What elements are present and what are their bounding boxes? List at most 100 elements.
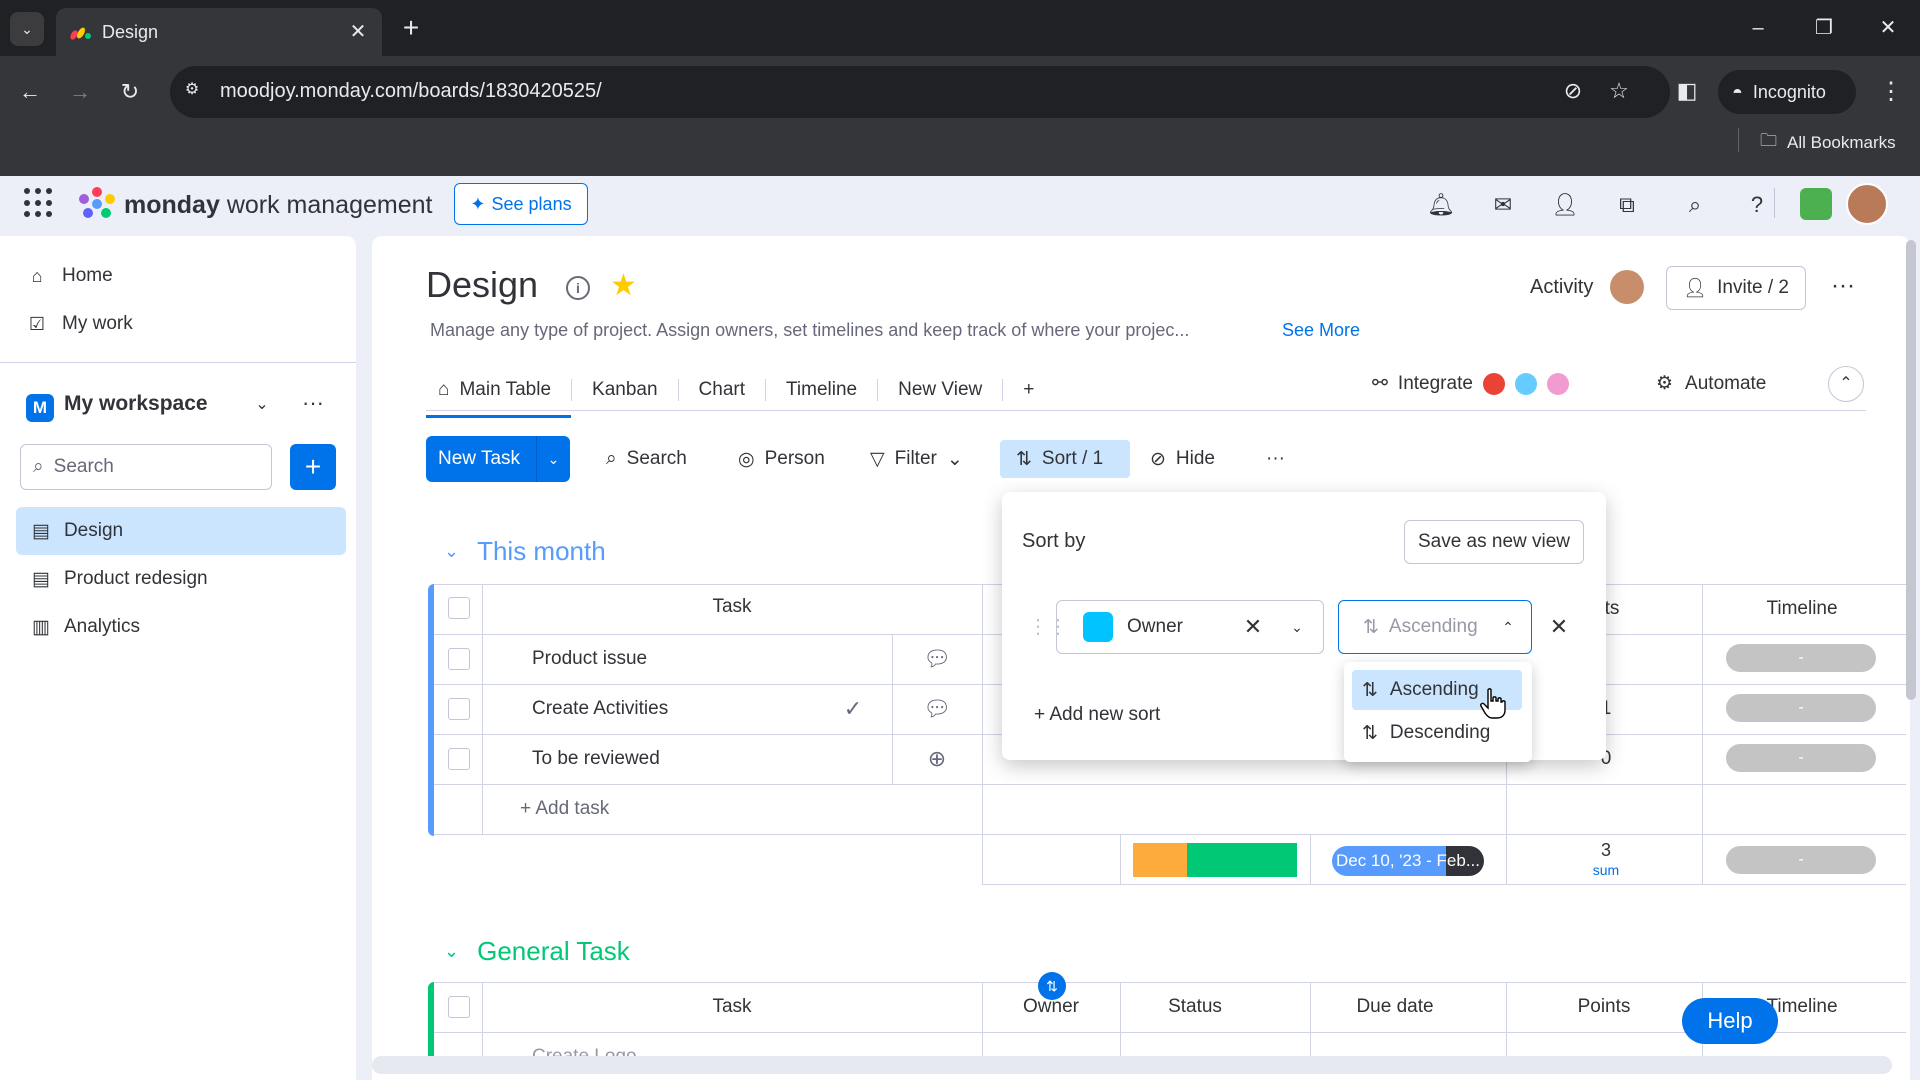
all-bookmarks[interactable]: 🗀 All Bookmarks (1760, 128, 1896, 157)
add-update-icon[interactable]: ⊕ (922, 744, 952, 774)
integrate-button[interactable]: ⚯ Integrate (1372, 372, 1569, 395)
see-plans-button[interactable]: ✦ See plans (454, 183, 588, 225)
more-actions-icon[interactable]: ··· (1258, 440, 1293, 478)
group-header-this-month[interactable]: ⌄ This month (444, 536, 606, 567)
board-info-icon[interactable]: i (566, 276, 590, 300)
checkmark-circle-icon[interactable]: ✓ (838, 694, 868, 724)
user-avatar[interactable] (1846, 183, 1888, 225)
points-sum-label[interactable]: sum (1586, 862, 1626, 878)
workspace-chevron-down-icon[interactable]: ⌄ (250, 394, 274, 414)
group-header-general-task[interactable]: ⌄ General Task (444, 936, 630, 967)
add-task-input[interactable]: + Add task (520, 798, 609, 820)
status-column-header[interactable]: Status (1120, 996, 1270, 1018)
new-task-chevron-down-icon[interactable]: ⌄ (536, 436, 570, 482)
notifications-bell-icon[interactable]: 🔔︎ (1426, 190, 1456, 220)
sidebar-item-analytics[interactable]: ▥ Analytics (16, 603, 346, 651)
eye-off-icon[interactable]: ⊘ (1558, 76, 1588, 106)
sidebar-item-my-work[interactable]: ☑ My work (26, 310, 133, 338)
sidebar-search-input[interactable]: ⌕ Search (20, 444, 272, 490)
restore-icon[interactable]: ❐ (1804, 12, 1844, 44)
vertical-scrollbar[interactable] (1906, 240, 1916, 700)
browser-tab-design[interactable]: Design ✕ (56, 8, 382, 56)
timeline-pill[interactable]: - (1726, 644, 1876, 672)
drag-handle-icon[interactable]: ⋮⋮ (1028, 612, 1068, 642)
add-new-sort-button[interactable]: + Add new sort (1034, 704, 1160, 726)
help-button[interactable]: Help (1682, 998, 1778, 1044)
filter-button[interactable]: ▽ Filter ⌄ (862, 440, 971, 478)
column-add-icon[interactable]: ⇅ (1038, 972, 1066, 1000)
group-chevron-down-icon[interactable]: ⌄ (444, 941, 459, 962)
timeline-summary-pill[interactable]: - (1726, 846, 1876, 874)
person-filter-button[interactable]: ◎ Person (730, 440, 833, 478)
workspace-more-icon[interactable]: ··· (298, 390, 328, 416)
task-name[interactable]: To be reviewed (532, 748, 660, 770)
collapse-header-icon[interactable]: ⌃ (1828, 366, 1864, 402)
site-info-icon[interactable]: ⚙ (180, 78, 204, 102)
page-title[interactable]: Design (426, 264, 538, 306)
tab-main-table[interactable]: ⌂ Main Table (426, 370, 572, 418)
direction-chevron-up-icon[interactable]: ⌃ (1496, 612, 1520, 642)
see-more-link[interactable]: See More (1282, 320, 1360, 341)
search-icon[interactable]: ⌕ (1680, 190, 1710, 220)
board-more-icon[interactable]: ··· (1826, 272, 1860, 300)
task-column-header[interactable]: Task (482, 596, 982, 618)
save-as-new-view-button[interactable]: Save as new view (1404, 520, 1584, 564)
sidebar-item-home[interactable]: ⌂ Home (26, 262, 113, 290)
activity-avatar[interactable] (1610, 270, 1644, 304)
points-column-header[interactable]: Points (1506, 996, 1702, 1018)
hide-button[interactable]: ⊘ Hide (1142, 440, 1223, 478)
tab-new-view[interactable]: New View (878, 370, 1002, 410)
due-date-column-header[interactable]: Due date (1310, 996, 1480, 1018)
task-name[interactable]: Product issue (532, 648, 647, 670)
select-all-checkbox[interactable] (448, 996, 470, 1018)
conversation-icon[interactable]: 💬︎ (922, 694, 952, 724)
timeline-column-header[interactable]: Timeline (1702, 598, 1902, 620)
apps-marketplace-icon[interactable] (1800, 188, 1832, 220)
group-chevron-down-icon[interactable]: ⌄ (444, 541, 459, 562)
minimize-icon[interactable]: – (1738, 12, 1778, 44)
incognito-badge[interactable]: ◓ Incognito (1718, 70, 1856, 114)
url-text[interactable]: moodjoy.monday.com/boards/1830420525/ (220, 78, 602, 104)
forward-icon[interactable]: → (62, 74, 98, 110)
new-task-button[interactable]: New Task ⌄ (426, 436, 570, 482)
filter-chevron-down-icon[interactable]: ⌄ (947, 448, 963, 471)
back-icon[interactable]: ← (12, 74, 48, 110)
sidebar-item-design[interactable]: ▤ Design (16, 507, 346, 555)
task-name[interactable]: Create Activities (532, 698, 668, 720)
browser-menu-icon[interactable]: ⋮ (1876, 74, 1906, 110)
date-range-summary[interactable]: Dec 10, '23 - Feb... (1332, 846, 1484, 876)
tab-close-icon[interactable]: ✕ (346, 20, 370, 44)
task-column-header[interactable]: Task (482, 996, 982, 1018)
help-icon[interactable]: ? (1742, 190, 1772, 220)
inbox-icon[interactable]: ✉ (1488, 190, 1518, 220)
add-view-icon[interactable]: + (1003, 370, 1054, 410)
timeline-pill[interactable]: - (1726, 744, 1876, 772)
tab-chart[interactable]: Chart (679, 370, 765, 410)
sort-button[interactable]: ⇅ Sort / 1 (1000, 440, 1130, 478)
favorite-star-icon[interactable]: ★ (610, 270, 637, 302)
reload-icon[interactable]: ↻ (112, 74, 148, 110)
row-checkbox[interactable] (448, 648, 470, 670)
clear-column-icon[interactable]: ✕ (1238, 612, 1268, 642)
status-summary-bar[interactable] (1133, 843, 1297, 877)
tab-search-button[interactable]: ⌄ (10, 12, 44, 46)
tab-kanban[interactable]: Kanban (572, 370, 678, 410)
select-all-checkbox[interactable] (448, 597, 470, 619)
search-button[interactable]: ⌕ Search (598, 440, 695, 478)
invite-button[interactable]: 👤︎ Invite / 2 (1666, 266, 1806, 310)
row-checkbox[interactable] (448, 698, 470, 720)
timeline-pill[interactable]: - (1726, 694, 1876, 722)
conversation-icon[interactable]: 💬︎ (922, 644, 952, 674)
remove-sort-icon[interactable]: ✕ (1544, 612, 1574, 642)
side-panel-icon[interactable]: ◧ (1672, 76, 1702, 106)
automate-button[interactable]: ⚙ Automate (1656, 372, 1766, 395)
sidebar-item-product-redesign[interactable]: ▤ Product redesign (16, 555, 346, 603)
invite-members-icon[interactable]: 👤︎ (1550, 190, 1580, 220)
row-checkbox[interactable] (448, 748, 470, 770)
group-title[interactable]: General Task (477, 936, 630, 967)
workspace-name[interactable]: My workspace (64, 392, 208, 416)
activity-link[interactable]: Activity (1530, 276, 1593, 299)
add-board-button[interactable]: + (290, 444, 336, 490)
brand-name[interactable]: monday work management (124, 190, 432, 220)
group-title[interactable]: This month (477, 536, 606, 567)
